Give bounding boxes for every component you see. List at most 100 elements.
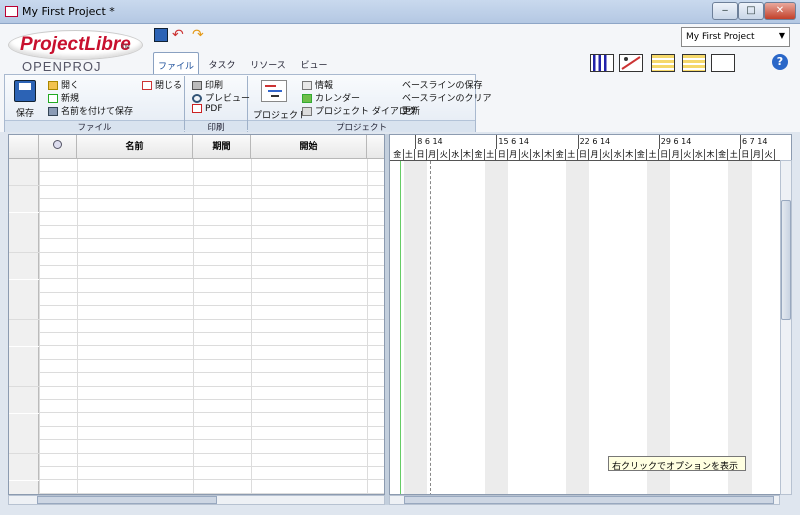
project-dialog-button[interactable]: プロジェクト ダイアログ [302, 104, 417, 117]
row-header-cell[interactable] [9, 306, 39, 320]
table-row[interactable] [9, 413, 384, 427]
row-header-cell[interactable] [9, 413, 39, 427]
table-row[interactable] [9, 252, 384, 266]
clear-baseline-button[interactable]: ベースラインのクリア [402, 91, 492, 104]
blank-view-icon[interactable] [711, 54, 735, 72]
row-header-cell[interactable] [9, 212, 39, 226]
tab-resource[interactable]: リソース [246, 52, 290, 74]
row-header-cell[interactable] [9, 427, 39, 440]
table-row[interactable] [9, 346, 384, 360]
update-button[interactable]: 更新 [402, 104, 420, 117]
save-icon[interactable] [14, 80, 36, 102]
table-row[interactable] [9, 172, 384, 186]
row-header-cell[interactable] [9, 266, 39, 280]
indicator-header[interactable] [39, 135, 77, 159]
row-header-cell[interactable] [9, 199, 39, 213]
table-row[interactable] [9, 239, 384, 253]
row-header-cell[interactable] [9, 333, 39, 347]
print-button[interactable]: 印刷 [192, 78, 223, 91]
row-header-cell[interactable] [9, 480, 39, 494]
row-header-cell[interactable] [9, 373, 39, 387]
resource-usage-view-icon[interactable] [682, 54, 706, 72]
preview-button[interactable]: プレビュー [192, 91, 250, 104]
table-row[interactable] [9, 306, 384, 320]
table-row[interactable] [9, 212, 384, 226]
network-view-icon[interactable] [619, 54, 643, 72]
save-baseline-button[interactable]: ベースラインの保存 [402, 78, 483, 91]
info-button[interactable]: 情報 [302, 78, 333, 91]
minimize-button[interactable]: ‒ [712, 2, 738, 20]
grid-scroll-thumb[interactable] [37, 496, 217, 504]
column-header-start[interactable]: 開始 [251, 135, 367, 159]
table-row[interactable] [9, 333, 384, 347]
row-header-cell[interactable] [9, 453, 39, 467]
gantt-scroll-thumb[interactable] [404, 496, 774, 504]
table-row[interactable] [9, 159, 384, 173]
histogram-view-icon[interactable] [590, 54, 614, 72]
redo-icon[interactable]: ↷ [192, 27, 204, 43]
info-icon [302, 81, 312, 90]
row-header-cell[interactable] [9, 226, 39, 239]
calendar-button[interactable]: カレンダー [302, 91, 360, 104]
column-header-extra[interactable] [367, 135, 384, 159]
gantt-horizontal-scrollbar[interactable] [389, 495, 780, 505]
table-row[interactable] [9, 467, 384, 481]
tab-view[interactable]: ビュー [296, 52, 332, 74]
pdf-button[interactable]: PDF [192, 104, 223, 114]
table-row[interactable] [9, 199, 384, 213]
table-row[interactable] [9, 226, 384, 240]
table-row[interactable] [9, 373, 384, 387]
row-header-cell[interactable] [9, 239, 39, 253]
undo-icon[interactable]: ↶ [172, 27, 184, 43]
row-header-cell[interactable] [9, 386, 39, 400]
table-row[interactable] [9, 386, 384, 400]
info-circle-icon [53, 140, 62, 149]
table-row[interactable] [9, 293, 384, 307]
gantt-weekend-band [484, 161, 497, 494]
project-info-icon[interactable] [261, 80, 287, 102]
row-header-cell[interactable] [9, 159, 39, 172]
table-row[interactable] [9, 360, 384, 374]
task-grid[interactable]: 名前 期間 開始 [8, 134, 385, 495]
table-row[interactable] [9, 185, 384, 199]
open-button[interactable]: 開く [48, 78, 79, 91]
table-row[interactable] [9, 266, 384, 280]
table-row[interactable] [9, 319, 384, 333]
task-usage-view-icon[interactable] [651, 54, 675, 72]
save-button[interactable]: 保存 [16, 106, 34, 119]
help-icon[interactable]: ? [772, 54, 788, 70]
row-header-cell[interactable] [9, 279, 39, 293]
row-header-cell[interactable] [9, 360, 39, 373]
column-header-duration[interactable]: 期間 [193, 135, 251, 159]
row-header-cell[interactable] [9, 252, 39, 266]
save-as-button[interactable]: 名前を付けて保存 [48, 104, 133, 117]
quick-save-icon[interactable] [154, 28, 168, 42]
gantt-day-label: 水 [531, 149, 543, 160]
row-header-cell[interactable] [9, 346, 39, 360]
table-row[interactable] [9, 279, 384, 293]
table-row[interactable] [9, 400, 384, 414]
maximize-button[interactable]: □ [738, 2, 764, 20]
table-row[interactable] [9, 453, 384, 467]
row-header-cell[interactable] [9, 440, 39, 454]
row-header-cell[interactable] [9, 185, 39, 199]
grid-horizontal-scrollbar[interactable] [8, 495, 385, 505]
row-header-cell[interactable] [9, 400, 39, 414]
row-header-cell[interactable] [9, 467, 39, 481]
table-row[interactable] [9, 440, 384, 454]
table-row[interactable] [9, 427, 384, 441]
tab-task[interactable]: タスク [203, 52, 241, 74]
close-file-button[interactable]: 閉じる [142, 78, 182, 91]
row-header-cell[interactable] [9, 293, 39, 306]
row-header-cell[interactable] [9, 172, 39, 186]
gantt-vscroll-thumb[interactable] [781, 200, 791, 320]
row-header-cell[interactable] [9, 319, 39, 333]
tab-file[interactable]: ファイル [153, 52, 199, 74]
new-button[interactable]: 新規 [48, 91, 79, 104]
table-row[interactable] [9, 480, 384, 494]
project-select[interactable]: My First Project ▼ [681, 27, 790, 47]
close-window-button[interactable]: ✕ [764, 2, 796, 20]
pdf-icon [192, 104, 202, 113]
column-header-name[interactable]: 名前 [77, 135, 193, 159]
gantt-chart[interactable]: 金土日月火水木金土日月火水木金土日月火水木金土日月火水木金土日月火8 6 14 1… [389, 134, 792, 495]
